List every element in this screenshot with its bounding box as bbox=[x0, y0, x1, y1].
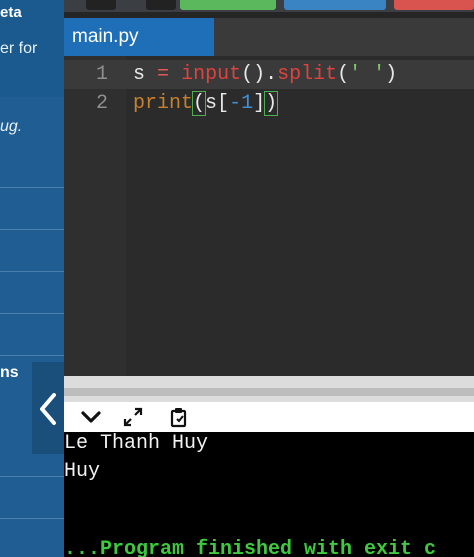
chevron-left-icon[interactable] bbox=[32, 362, 64, 454]
console-output[interactable]: Le Thanh Huy Huy ...Program finished wit… bbox=[64, 432, 474, 557]
code-line[interactable]: 2 print(s[-1]) bbox=[64, 89, 474, 118]
sidebar-divider bbox=[0, 229, 64, 230]
sidebar-beta-label: eta bbox=[0, 4, 22, 21]
splitter-grip[interactable] bbox=[64, 388, 474, 396]
stop-button[interactable] bbox=[86, 0, 116, 10]
sidebar-divider bbox=[0, 518, 64, 519]
sidebar-divider bbox=[0, 313, 64, 314]
code-line[interactable]: 1 s = input().split(' ') bbox=[64, 60, 474, 89]
tab-main-py[interactable]: main.py bbox=[64, 18, 214, 56]
line-number: 2 bbox=[95, 92, 108, 115]
run-button[interactable] bbox=[180, 0, 276, 10]
sidebar-divider bbox=[0, 271, 64, 272]
debug-button[interactable] bbox=[284, 0, 386, 10]
sidebar-divider bbox=[0, 476, 64, 477]
copy-icon[interactable] bbox=[168, 406, 190, 428]
console-output-line: Huy bbox=[64, 460, 101, 483]
sidebar-divider bbox=[0, 187, 64, 188]
file-tab-bar: main.py bbox=[64, 12, 474, 56]
sidebar-divider bbox=[0, 355, 64, 356]
panel-splitter[interactable] bbox=[64, 376, 474, 402]
sidebar-text-line: er for bbox=[0, 40, 38, 57]
code-line-text: s = input().split(' ') bbox=[133, 63, 398, 86]
tab-bar-filler bbox=[214, 18, 474, 56]
sidebar-section-label: ns bbox=[0, 364, 19, 381]
sidebar-header: eta er for bbox=[0, 0, 64, 97]
top-toolbar bbox=[64, 0, 474, 12]
code-line-text: print(s[-1]) bbox=[133, 91, 279, 116]
save-button[interactable] bbox=[146, 0, 176, 10]
expand-icon[interactable] bbox=[122, 406, 144, 428]
chevron-down-icon[interactable] bbox=[80, 406, 102, 428]
sidebar-italic-text: ug. bbox=[0, 118, 23, 135]
stdin-button[interactable] bbox=[394, 0, 474, 10]
left-sidebar: eta er for ug. ns bbox=[0, 0, 64, 557]
console-toolbar bbox=[64, 402, 474, 432]
program-status-line: ...Program finished with exit c bbox=[64, 538, 437, 557]
code-editor[interactable]: 1 s = input().split(' ') 2 print(s[-1]) bbox=[64, 56, 474, 376]
line-number: 1 bbox=[95, 63, 108, 86]
console-output-line: Le Thanh Huy bbox=[64, 432, 209, 455]
